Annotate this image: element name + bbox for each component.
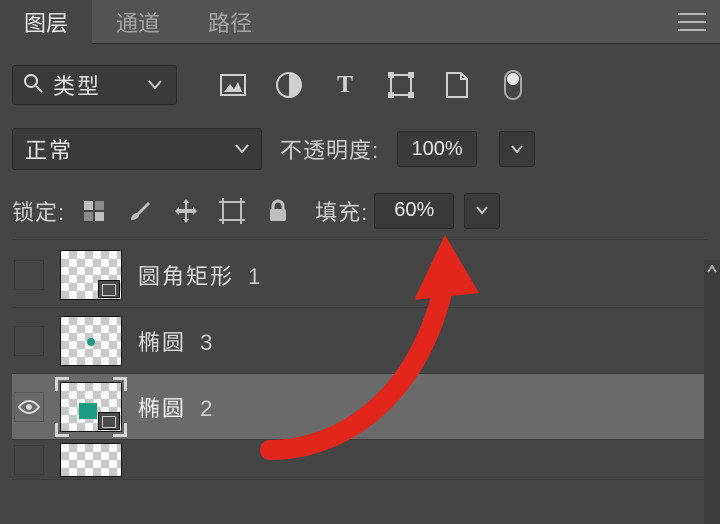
layer-filter-row: 类型 T <box>12 60 708 110</box>
lock-icons <box>81 198 291 224</box>
layer-name[interactable]: 圆角矩形 1 <box>138 259 262 291</box>
shape-filter-icon[interactable] <box>387 71 415 99</box>
visibility-toggle[interactable] <box>14 445 44 475</box>
visibility-toggle[interactable] <box>14 326 44 356</box>
opacity-value-input[interactable]: 100% <box>397 131 477 167</box>
type-filter-icon[interactable]: T <box>331 71 359 99</box>
lock-all-icon[interactable] <box>265 198 291 224</box>
layer-name[interactable]: 椭圆 3 <box>138 325 214 357</box>
chevron-down-icon <box>235 144 249 154</box>
lock-pixels-icon[interactable] <box>81 198 107 224</box>
blend-mode-value: 正常 <box>25 133 73 165</box>
blend-mode-select[interactable]: 正常 <box>12 128 262 170</box>
tab-paths-label: 路径 <box>208 6 252 38</box>
layer-filter-type-select[interactable]: 类型 <box>12 65 177 105</box>
vector-mask-badge-icon <box>98 412 120 430</box>
tab-paths[interactable]: 路径 <box>184 0 276 44</box>
opacity-value: 100% <box>412 138 463 161</box>
layer-row[interactable]: 椭圆 2 <box>12 374 708 440</box>
layer-thumbnail[interactable] <box>60 316 122 366</box>
scroll-up-icon[interactable] <box>704 260 720 278</box>
visibility-toggle[interactable] <box>14 260 44 290</box>
visibility-toggle[interactable] <box>14 392 44 422</box>
fill-value: 60% <box>394 199 434 222</box>
layer-thumbnail[interactable] <box>60 382 122 432</box>
tab-channels[interactable]: 通道 <box>92 0 184 44</box>
layer-row[interactable]: 椭圆 3 <box>12 308 708 374</box>
tab-layers-label: 图层 <box>24 6 68 38</box>
lock-brush-icon[interactable] <box>127 198 153 224</box>
lock-label: 锁定: <box>12 195 65 227</box>
panel-menu-button[interactable] <box>664 0 720 44</box>
layer-list: 圆角矩形 1 椭圆 3 <box>12 242 708 480</box>
opacity-label: 不透明度: <box>280 133 379 165</box>
tab-layers[interactable]: 图层 <box>0 0 92 44</box>
fill-value-input[interactable]: 60% <box>374 193 454 229</box>
layers-panel-body: 类型 T 正常 <box>0 44 720 524</box>
image-filter-icon[interactable] <box>219 71 247 99</box>
tab-channels-label: 通道 <box>116 6 160 38</box>
fill-dropdown[interactable] <box>464 193 500 229</box>
eye-icon <box>17 399 41 415</box>
fill-label: 填充: <box>315 195 368 227</box>
vector-mask-badge-icon <box>98 280 120 298</box>
adjustment-filter-icon[interactable] <box>275 71 303 99</box>
toggle-filter-icon[interactable] <box>499 71 527 99</box>
layer-filter-type-label: 类型 <box>53 69 101 101</box>
blend-opacity-row: 正常 不透明度: 100% <box>12 120 708 178</box>
layer-row[interactable]: 圆角矩形 1 <box>12 242 708 308</box>
lock-fill-row: 锁定: 填充: <box>12 188 708 240</box>
layer-row[interactable] <box>12 440 708 480</box>
opacity-dropdown[interactable] <box>499 131 535 167</box>
panel-tabs: 图层 通道 路径 <box>0 0 720 44</box>
layer-thumbnail[interactable] <box>60 250 122 300</box>
layer-thumbnail[interactable] <box>60 443 122 477</box>
layers-scrollbar[interactable] <box>704 260 720 524</box>
search-icon <box>23 73 43 98</box>
chevron-down-icon <box>148 80 162 90</box>
hamburger-icon <box>678 21 706 23</box>
layer-name[interactable]: 椭圆 2 <box>138 391 214 423</box>
smartobject-filter-icon[interactable] <box>443 71 471 99</box>
layer-filter-icons: T <box>219 71 527 99</box>
lock-artboard-icon[interactable] <box>219 198 245 224</box>
lock-move-icon[interactable] <box>173 198 199 224</box>
